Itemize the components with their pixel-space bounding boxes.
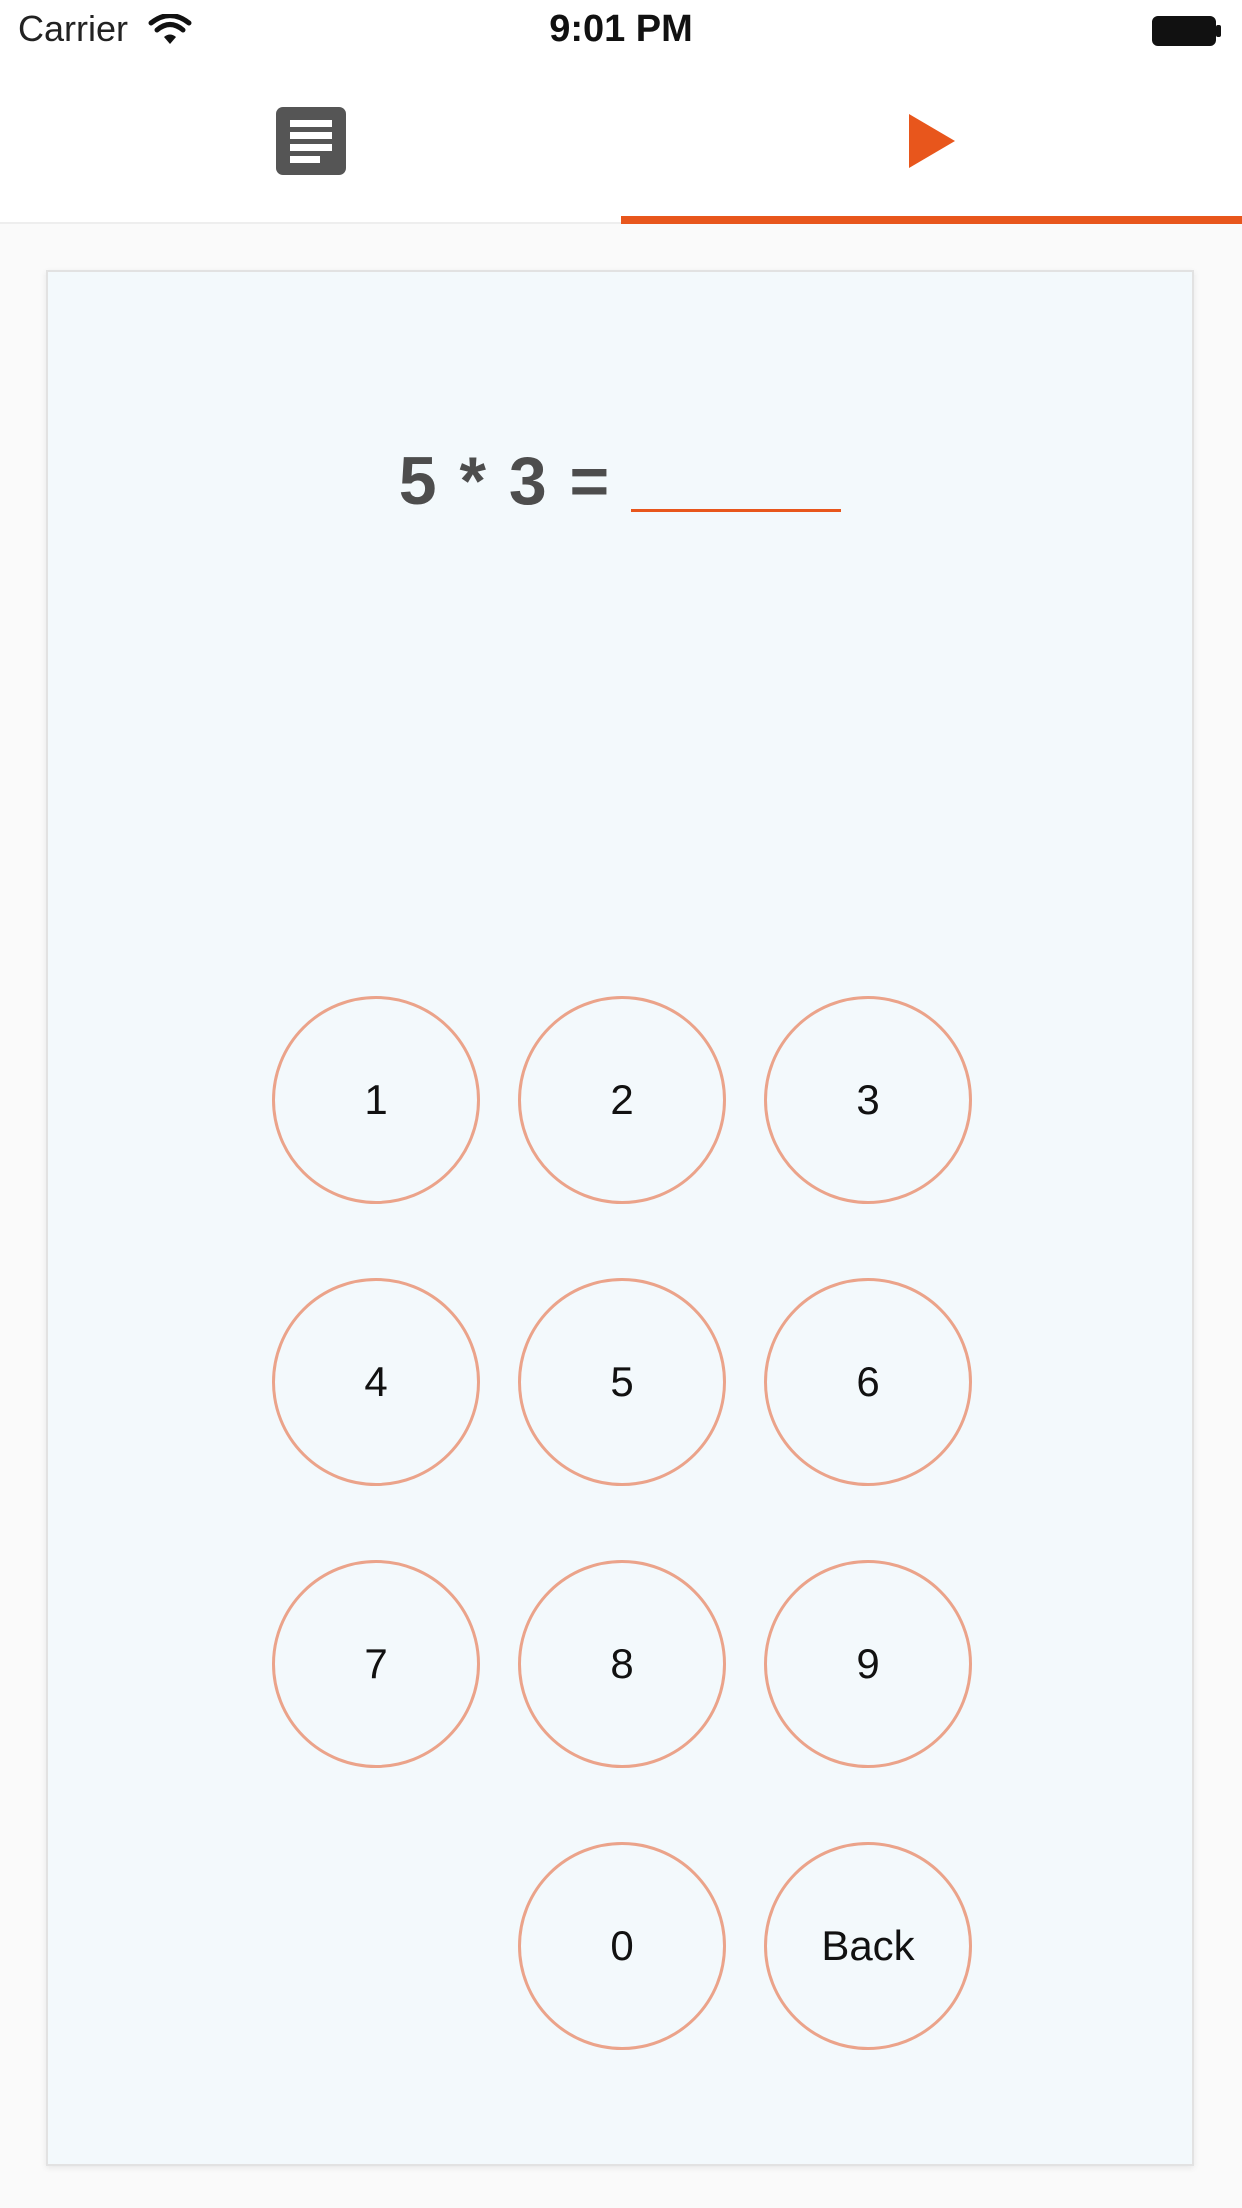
key-1-button[interactable]: 1 <box>272 996 480 1204</box>
tab-bar <box>0 60 1242 224</box>
key-6-button[interactable]: 6 <box>764 1278 972 1486</box>
document-icon <box>275 107 346 175</box>
answer-field[interactable] <box>631 449 842 512</box>
key-8-button[interactable]: 8 <box>518 1560 726 1768</box>
key-4-button[interactable]: 4 <box>272 1278 480 1486</box>
active-tab-indicator <box>621 216 1242 224</box>
quiz-card: 5 * 3 = 1 2 3 4 5 6 7 8 9 0 Back <box>46 270 1194 2166</box>
key-5-button[interactable]: 5 <box>518 1278 726 1486</box>
key-9-button[interactable]: 9 <box>764 1560 972 1768</box>
tab-play[interactable] <box>621 60 1242 222</box>
key-7-button[interactable]: 7 <box>272 1560 480 1768</box>
status-time: 9:01 PM <box>549 8 693 50</box>
key-3-button[interactable]: 3 <box>764 996 972 1204</box>
equation: 5 * 3 = <box>48 442 1192 520</box>
key-2-button[interactable]: 2 <box>518 996 726 1204</box>
status-bar: Carrier 9:01 PM <box>0 0 1242 60</box>
key-0-button[interactable]: 0 <box>518 1842 726 2050</box>
tab-lessons[interactable] <box>0 60 621 222</box>
battery-icon <box>1152 16 1221 46</box>
play-icon <box>908 114 955 168</box>
back-button[interactable]: Back <box>764 1842 972 2050</box>
question-expression: 5 * 3 = <box>398 443 612 519</box>
